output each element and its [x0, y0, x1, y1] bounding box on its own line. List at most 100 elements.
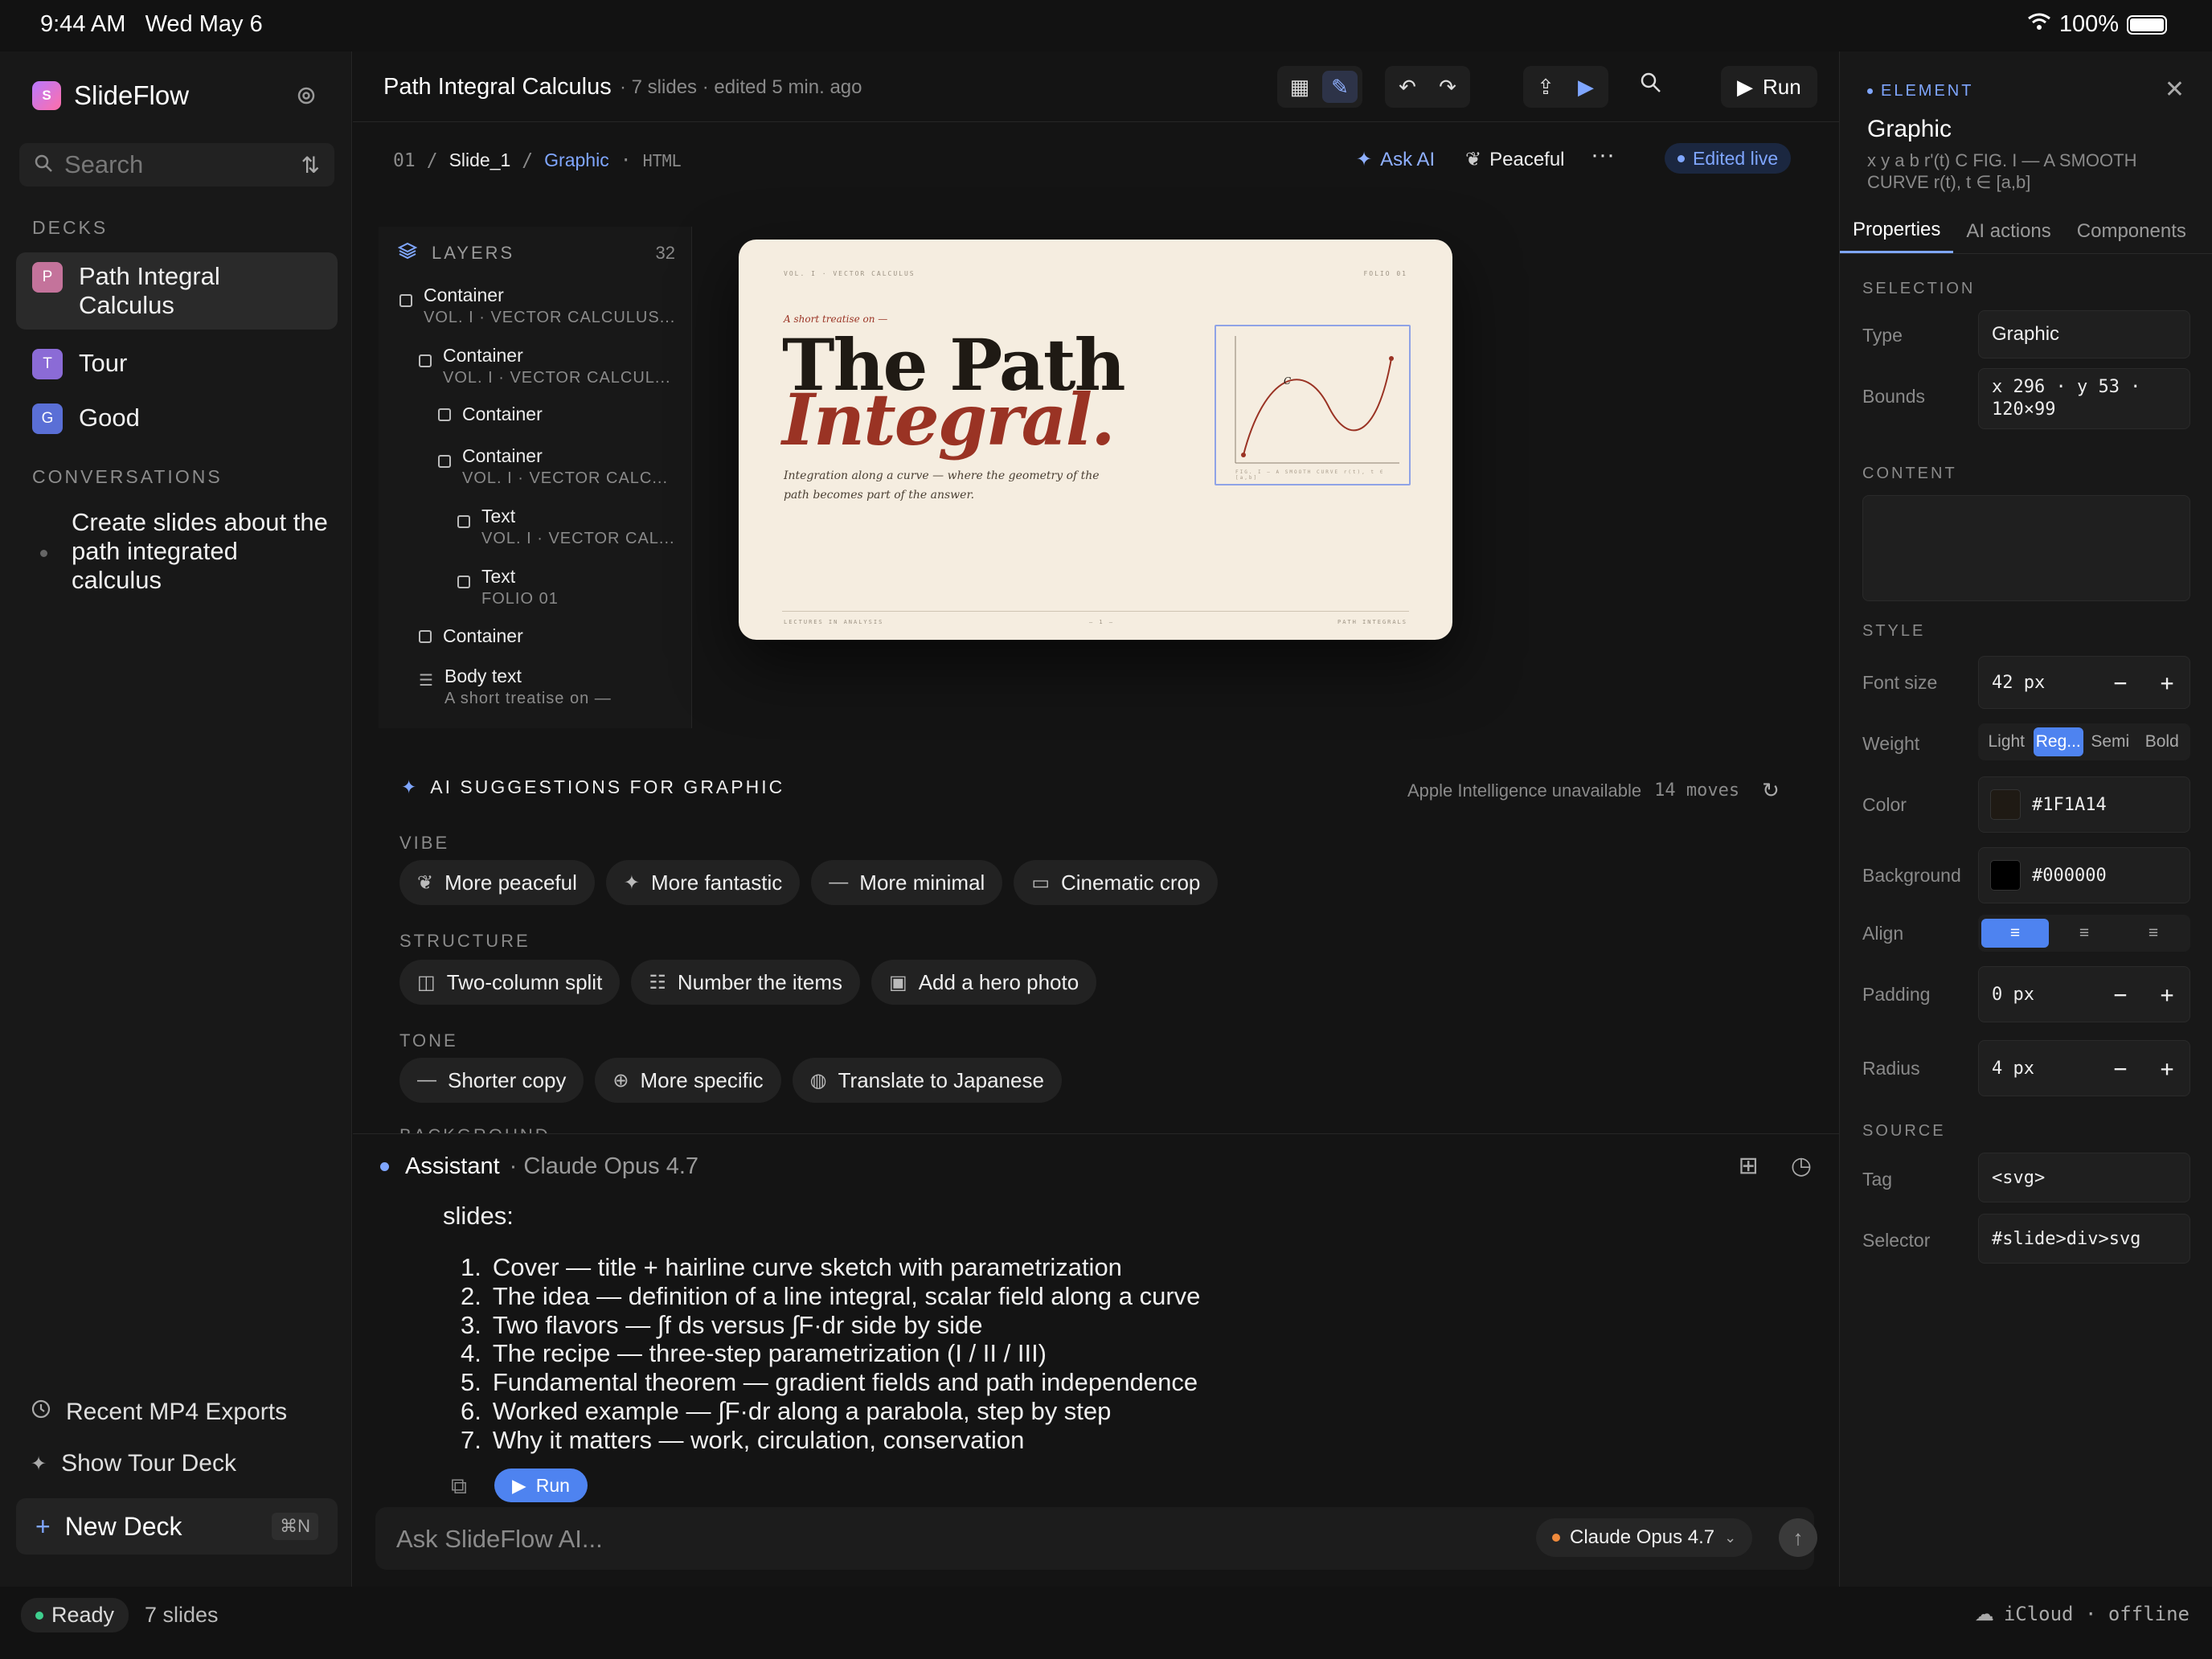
search-icon[interactable] [1639, 71, 1663, 99]
layer-row[interactable]: Container VOL. I · VECTOR CALC... [438, 444, 681, 489]
inspector-tabs: Properties AI actions Components [1840, 209, 2212, 254]
deck-item-tour[interactable]: T Tour [16, 339, 338, 389]
slide-canvas[interactable]: VOL. I · VECTOR CALCULUS FOLIO 01 A shor… [739, 240, 1452, 640]
search-input[interactable]: Search ⇅ [19, 143, 334, 186]
layer-sub: VOL. I · VECTOR CALC... [462, 469, 669, 487]
chip-two-column[interactable]: ◫ Two-column split [399, 960, 621, 1005]
layers-title: LAYERS [432, 243, 515, 263]
plus-icon[interactable]: + [2149, 1051, 2185, 1086]
align-right-icon[interactable]: ≡ [2120, 919, 2187, 948]
refresh-icon[interactable]: ↻ [1762, 778, 1780, 803]
model-selector[interactable]: Claude Opus 4.7 ⌄ [1536, 1518, 1753, 1557]
history-icon[interactable]: ◷ [1791, 1152, 1812, 1180]
chip-number-items[interactable]: ☷ Number the items [631, 960, 861, 1005]
color-field[interactable]: #1F1A14 [1978, 776, 2190, 833]
minus-icon[interactable]: − [2103, 1051, 2138, 1086]
chip-cinematic-crop[interactable]: ▭ Cinematic crop [1014, 860, 1219, 905]
run-button[interactable]: ▶ Run [1721, 66, 1817, 108]
chip-more-peaceful[interactable]: ❦ More peaceful [399, 860, 595, 905]
chip-more-specific[interactable]: ⊕ More specific [595, 1058, 781, 1103]
layer-row[interactable]: Container VOL. I · VECTOR CALCUL... [419, 343, 681, 388]
redo-icon[interactable]: ↷ [1430, 71, 1465, 103]
align-center-icon[interactable]: ≡ [2050, 919, 2118, 948]
ask-ai-button[interactable]: ✦ Ask AI [1356, 148, 1435, 171]
breadcrumb: 01 / Slide_1 / Graphic · HTML [393, 150, 682, 171]
new-chat-icon[interactable]: ⊞ [1739, 1152, 1759, 1180]
chip-shorter-copy[interactable]: — Shorter copy [399, 1058, 584, 1103]
layer-row[interactable]: Container [438, 402, 681, 426]
font-size-stepper[interactable]: 42 px − + [1978, 656, 2190, 709]
send-arrow-icon[interactable]: ↑ [1779, 1518, 1817, 1557]
layer-row[interactable]: ☰ Body text A short treatise on — [419, 664, 681, 709]
radius-stepper[interactable]: 4 px − + [1978, 1040, 2190, 1096]
ai-prompt-input[interactable]: Ask SlideFlow AI... Claude Opus 4.7 ⌄ ↑ [375, 1507, 1817, 1570]
breadcrumb-element[interactable]: Graphic [544, 150, 609, 171]
tab-ai-actions[interactable]: AI actions [1953, 209, 2063, 253]
chip-hero-photo[interactable]: ▣ Add a hero photo [871, 960, 1097, 1005]
layer-sub: FOLIO 01 [481, 590, 559, 608]
weight-semi[interactable]: Semi [2085, 727, 2136, 756]
color-swatch[interactable] [1990, 789, 2021, 820]
slide-footer-left[interactable]: LECTURES IN ANALYSIS [784, 619, 883, 625]
align-left-icon[interactable]: ≡ [1981, 919, 2049, 948]
minus-icon[interactable]: − [2103, 977, 2138, 1012]
padding-stepper[interactable]: 0 px − + [1978, 966, 2190, 1022]
close-icon[interactable]: ✕ [2165, 76, 2185, 104]
weight-regular[interactable]: Reg... [2033, 727, 2083, 756]
run-label: Run [1763, 74, 1801, 99]
plus-icon[interactable]: + [2149, 665, 2185, 700]
layer-row[interactable]: Text VOL. I · VECTOR CAL... [457, 504, 681, 549]
grid-view-icon[interactable]: ▦ [1282, 71, 1317, 103]
slide-lede[interactable]: Integration along a curve — where the ge… [784, 466, 1105, 505]
slide-footer-right[interactable]: PATH INTEGRALS [1337, 619, 1407, 625]
conversation-item[interactable]: Create slides about the path integrated … [40, 508, 330, 595]
weight-bold[interactable]: Bold [2137, 727, 2188, 756]
container-icon [419, 354, 432, 367]
background-swatch[interactable] [1990, 860, 2021, 891]
undo-icon[interactable]: ↶ [1390, 71, 1425, 103]
slide-graphic-selected[interactable]: C FIG. I — A SMOOTH CURVE r(t), t ∈ [a,b… [1215, 325, 1411, 485]
selection-section: SELECTION [1862, 280, 1976, 297]
tag-field[interactable]: <svg> [1978, 1153, 2190, 1202]
slide-title-line2[interactable]: Integral. [782, 383, 1116, 457]
new-deck-label: New Deck [64, 1511, 182, 1541]
style-peaceful-button[interactable]: ❦ Peaceful [1465, 148, 1565, 171]
slide-folio[interactable]: FOLIO 01 [1363, 270, 1407, 277]
chip-more-minimal[interactable]: — More minimal [811, 860, 1003, 905]
breadcrumb-kind: HTML [642, 150, 682, 170]
tab-properties[interactable]: Properties [1840, 209, 1954, 253]
weight-light[interactable]: Light [1981, 727, 2032, 756]
selector-field[interactable]: #slide>div>svg [1978, 1214, 2190, 1264]
new-deck-button[interactable]: + New Deck ⌘N [16, 1498, 338, 1555]
view-toggle-group: ▦ ✎ [1277, 66, 1362, 108]
slide-footer-mid[interactable]: — 1 — [1089, 619, 1114, 625]
share-icon[interactable]: ⇪ [1528, 71, 1563, 103]
bounds-field[interactable]: x 296 · y 53 · 120×99 [1978, 368, 2190, 429]
minus-icon[interactable]: − [2103, 665, 2138, 700]
chip-translate-japanese[interactable]: ◍ Translate to Japanese [792, 1058, 1062, 1103]
content-field[interactable] [1862, 495, 2190, 601]
layer-row[interactable]: Container [419, 624, 681, 648]
recent-exports-link[interactable]: Recent MP4 Exports [31, 1399, 287, 1426]
deck-item-good[interactable]: G Good [16, 394, 338, 444]
deck-item-path-integral[interactable]: P Path Integral Calculus [16, 252, 338, 330]
type-field[interactable]: Graphic [1978, 310, 2190, 358]
slide-volume-label[interactable]: VOL. I · VECTOR CALCULUS [784, 270, 916, 277]
breadcrumb-slide[interactable]: Slide_1 [449, 150, 511, 171]
present-icon[interactable]: ▶ [1568, 71, 1604, 103]
assistant-run-button[interactable]: ▶ Run [494, 1469, 588, 1502]
more-menu-button[interactable]: ··· [1591, 141, 1615, 169]
edit-pen-icon[interactable]: ✎ [1322, 71, 1358, 103]
tab-components[interactable]: Components [2064, 209, 2199, 253]
copy-icon[interactable]: ⧉ [451, 1473, 467, 1500]
layer-row[interactable]: Container VOL. I · VECTOR CALCULUS... [399, 283, 681, 328]
layer-name: Body text [444, 666, 522, 686]
background-field[interactable]: #000000 [1978, 847, 2190, 903]
sort-icon[interactable]: ⇅ [301, 152, 320, 178]
gear-icon[interactable] [294, 84, 318, 114]
layer-row[interactable]: Text FOLIO 01 [457, 564, 681, 609]
plus-icon[interactable]: + [2149, 977, 2185, 1012]
chip-more-fantastic[interactable]: ✦ More fantastic [605, 860, 801, 905]
show-tour-link[interactable]: ✦ Show Tour Deck [31, 1450, 236, 1477]
list-item: 1. Cover — title + hairline curve sketch … [461, 1253, 1122, 1281]
